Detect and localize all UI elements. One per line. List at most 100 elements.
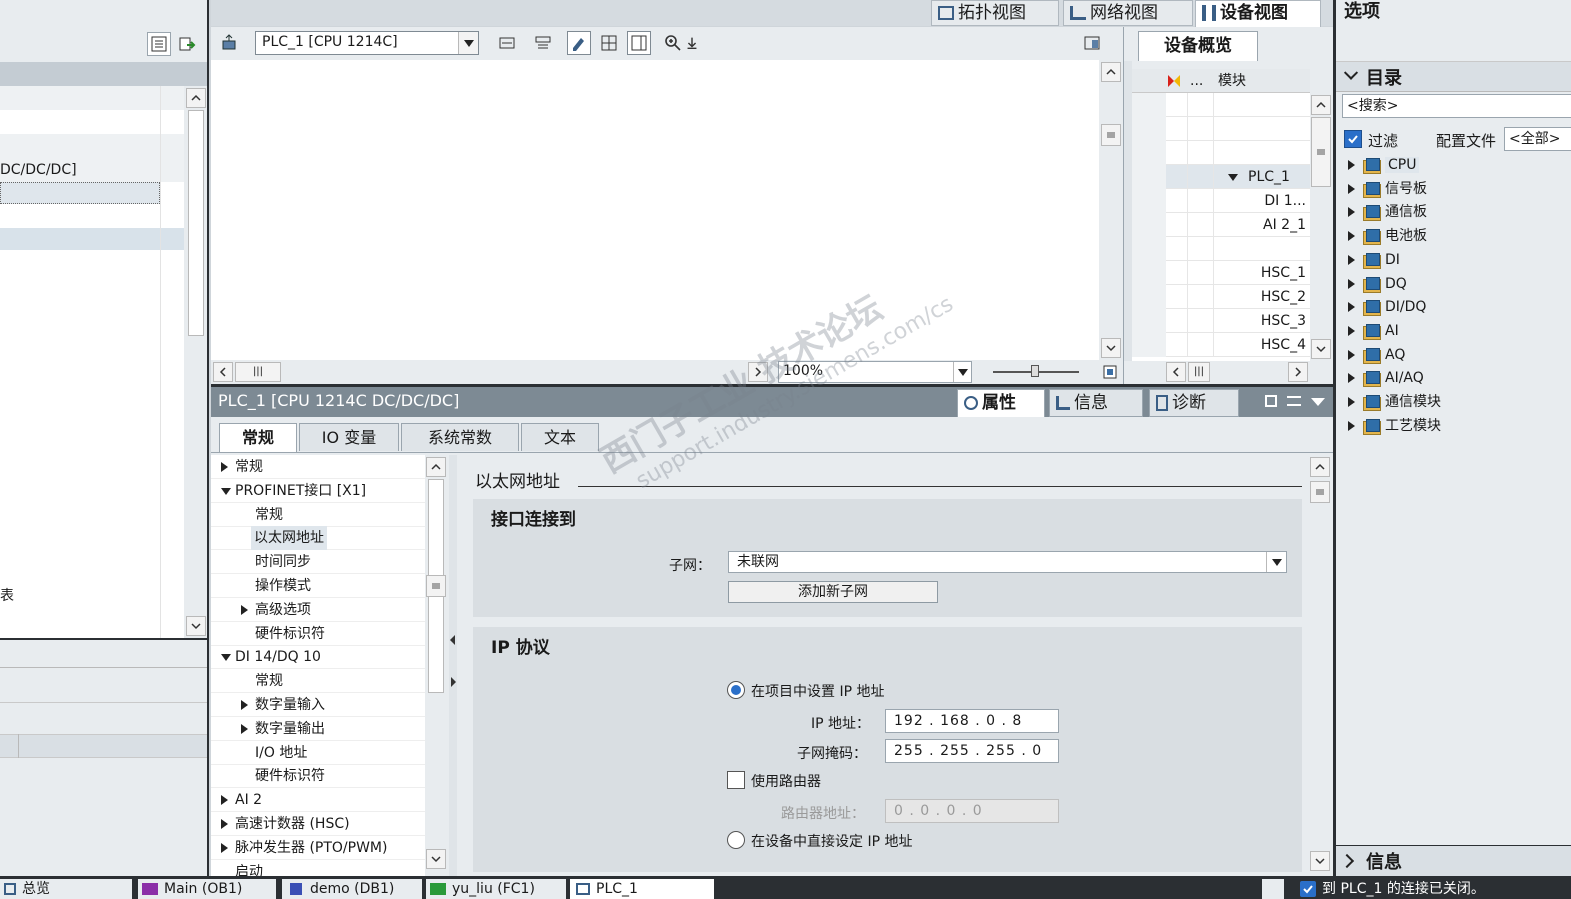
scroll-thumb[interactable] (1101, 124, 1121, 146)
nav-item[interactable]: PROFINET接口 [X1] (211, 479, 425, 503)
scroll-down-icon[interactable] (1311, 339, 1331, 359)
expand-icon[interactable] (1348, 420, 1355, 431)
nav-item[interactable]: 常规 (211, 503, 425, 527)
nav-item[interactable]: 高速计数器 (HSC) (211, 812, 425, 836)
nav-item[interactable]: 数字量输入 (211, 693, 425, 717)
canvas-vscroll[interactable] (1099, 60, 1123, 360)
scroll-thumb[interactable] (1310, 481, 1330, 503)
expand-icon[interactable] (241, 723, 248, 734)
scroll-up-icon[interactable] (1311, 95, 1331, 115)
nav-item[interactable]: DI 14/DQ 10 (211, 645, 425, 670)
zoom-select[interactable]: 100% (778, 361, 972, 383)
ip-address-input[interactable]: 192 . 168 . 0 . 8 (885, 709, 1059, 733)
overview-hscroll[interactable]: ||| (1164, 361, 1334, 383)
expand-icon[interactable] (1348, 254, 1355, 265)
overview-row[interactable]: PLC_1 (1132, 165, 1310, 189)
catalog-item[interactable]: 电池板 (1348, 224, 1427, 248)
catalog-search-input[interactable]: <搜索> (1342, 94, 1571, 118)
scroll-down-icon[interactable] (426, 849, 446, 869)
show-names-icon[interactable] (531, 31, 555, 55)
scroll-down-icon[interactable] (1310, 851, 1330, 871)
scroll-thumb[interactable] (426, 575, 446, 597)
scroll-up-icon[interactable] (186, 88, 206, 108)
chevron-right-icon[interactable] (1339, 853, 1355, 869)
expand-icon[interactable] (1228, 174, 1238, 181)
scroll-right-icon[interactable] (1288, 362, 1308, 382)
maximize-icon[interactable] (1287, 396, 1301, 406)
columns-icon[interactable] (627, 31, 651, 55)
info-section-header[interactable]: 信息 (1336, 846, 1571, 876)
expand-icon[interactable] (1348, 183, 1355, 194)
scroll-thumb[interactable] (1311, 117, 1331, 187)
nav-item[interactable]: 硬件标识符 (211, 764, 425, 789)
scroll-down-icon[interactable] (186, 616, 206, 636)
expand-icon[interactable] (1348, 349, 1355, 360)
catalog-item[interactable]: AI/AQ (1348, 366, 1424, 390)
subnet-select[interactable]: 未联网 (728, 551, 1287, 573)
splitter[interactable] (449, 455, 457, 876)
expand-icon[interactable] (1348, 207, 1355, 218)
tab-system-constants[interactable]: 系统常数 (401, 423, 519, 451)
overview-row[interactable]: AI 2_1 (1132, 213, 1310, 237)
device-canvas[interactable] (211, 60, 1099, 360)
nav-item[interactable]: AI 2 (211, 788, 425, 813)
highlight-icon[interactable] (567, 31, 591, 55)
radio-set-in-project[interactable] (727, 681, 745, 699)
overview-row[interactable] (1132, 237, 1310, 261)
zoom-slider-handle[interactable] (1031, 365, 1039, 377)
tab-general[interactable]: 常规 (219, 423, 297, 453)
expand-icon[interactable] (1348, 397, 1355, 407)
filter-checkbox[interactable] (1344, 130, 1362, 148)
nav-scrollbar[interactable] (425, 455, 447, 876)
left-scrollbar[interactable] (185, 86, 207, 638)
chevron-down-icon[interactable] (1343, 65, 1359, 80)
overview-row[interactable] (1132, 93, 1310, 117)
catalog-item[interactable]: 信号板 (1348, 177, 1427, 201)
show-labels-icon[interactable] (495, 31, 519, 55)
tab-device-view[interactable]: 设备视图 (1195, 0, 1321, 27)
content-scrollbar[interactable] (1309, 455, 1331, 876)
tree-row-cpu[interactable]: DC/DC/DC] (0, 158, 184, 182)
chevron-down-icon[interactable] (458, 32, 478, 54)
nav-item[interactable]: I/O 地址 (211, 741, 425, 765)
scroll-right-icon[interactable] (748, 362, 768, 382)
tree-row-selected[interactable] (0, 182, 160, 204)
collapse-icon[interactable] (1311, 398, 1325, 406)
export-icon[interactable] (175, 32, 199, 56)
scroll-left-icon[interactable] (213, 362, 233, 382)
scroll-up-icon[interactable] (1310, 457, 1330, 477)
overview-row[interactable]: HSC_4 (1132, 333, 1310, 357)
tree-row-table[interactable]: 表 (0, 584, 14, 608)
config-select[interactable]: <全部> (1504, 127, 1571, 151)
canvas-hscroll[interactable]: ||| 100% (211, 360, 1123, 384)
catalog-header[interactable]: 目录 (1336, 62, 1571, 92)
expand-icon[interactable] (221, 462, 228, 472)
expand-icon[interactable] (221, 842, 228, 853)
nav-item[interactable]: 数字量输出 (211, 717, 425, 741)
tab-network-view[interactable]: 网络视图 (1063, 0, 1193, 26)
subnet-mask-input[interactable]: 255 . 255 . 255 . 0 (885, 739, 1059, 763)
taskbar-item-demo[interactable]: demo (DB1) (282, 879, 422, 899)
nav-item[interactable]: 时间同步 (211, 550, 425, 575)
expand-icon[interactable] (1348, 302, 1355, 313)
nav-item[interactable]: 常规 (211, 669, 425, 694)
nav-item[interactable]: 硬件标识符 (211, 622, 425, 646)
chevron-down-icon[interactable] (953, 362, 971, 382)
catalog-item[interactable]: AI (1348, 319, 1399, 343)
tab-io-tags[interactable]: IO 变量 (299, 423, 399, 451)
overview-row[interactable] (1132, 141, 1310, 165)
catalog-item[interactable]: DQ (1348, 272, 1407, 296)
nav-item[interactable]: 启动 (211, 860, 425, 876)
expand-icon[interactable] (241, 700, 248, 710)
chevron-down-icon[interactable] (1266, 552, 1286, 572)
status-log-icon[interactable] (1262, 879, 1284, 899)
taskbar-item-fc[interactable]: yu_liu (FC1) (426, 879, 566, 899)
overview-row[interactable]: HSC_2 (1132, 285, 1310, 309)
grid-icon[interactable] (597, 31, 621, 55)
tab-device-overview[interactable]: 设备概览 (1138, 31, 1258, 61)
download-icon[interactable] (683, 31, 701, 55)
nav-item[interactable]: 操作模式 (211, 574, 425, 598)
use-router-checkbox[interactable] (727, 771, 745, 789)
overview-vscroll[interactable] (1310, 93, 1332, 361)
catalog-item[interactable]: CPU (1348, 153, 1420, 177)
